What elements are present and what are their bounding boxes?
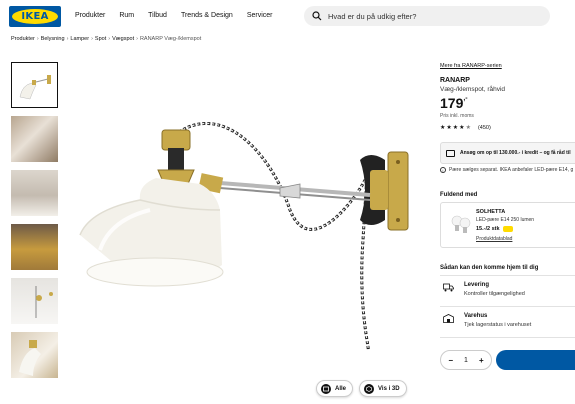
series-link[interactable]: Mere fra RANARP-serien bbox=[440, 63, 502, 69]
ikea-logo[interactable]: IKEA bbox=[9, 6, 61, 27]
breadcrumb: Produkter › Belysning › Lamper › Spot › Vægs… bbox=[11, 36, 202, 42]
price-badge bbox=[502, 226, 513, 232]
view-all-button[interactable]: Alle bbox=[316, 380, 354, 397]
thumbnail-5[interactable] bbox=[11, 278, 58, 324]
thumbnail-4[interactable] bbox=[11, 224, 58, 270]
nav-servicer[interactable]: Servicer bbox=[247, 12, 273, 19]
levering-title: Levering bbox=[464, 282, 490, 288]
price-note: Pris inkl. moms bbox=[440, 113, 474, 119]
thumbnail-strip bbox=[11, 62, 58, 386]
product-name: RANARP bbox=[440, 77, 470, 84]
view-all-label: Alle bbox=[335, 385, 347, 392]
product-main-image[interactable] bbox=[70, 60, 430, 360]
store-icon bbox=[443, 314, 454, 323]
view-3d-label: Vis i 3D bbox=[378, 385, 400, 392]
star-icon: ★ bbox=[446, 125, 452, 131]
card-icon bbox=[446, 150, 455, 157]
breadcrumb-item[interactable]: Lamper bbox=[70, 36, 89, 42]
thumbnail-3[interactable] bbox=[11, 170, 58, 216]
star-icon: ★ bbox=[459, 125, 465, 131]
search-input[interactable]: Hvad er du på udkig efter? bbox=[304, 6, 550, 26]
nav-trends-design[interactable]: Trends & Design bbox=[181, 12, 233, 19]
thumbnail-1[interactable] bbox=[11, 62, 58, 108]
view-3d-button[interactable]: Vis i 3D bbox=[359, 380, 407, 397]
add-to-cart-button[interactable] bbox=[496, 350, 575, 370]
truck-icon bbox=[443, 283, 454, 292]
rating-count: (450) bbox=[477, 125, 491, 131]
star-icon: ★ bbox=[440, 125, 446, 131]
gallery-view-buttons: Alle Vis i 3D bbox=[316, 380, 407, 397]
nav-produkter[interactable]: Produkter bbox=[75, 12, 105, 19]
varehus-title: Varehus bbox=[464, 313, 488, 319]
nav-tilbud[interactable]: Tilbud bbox=[148, 12, 167, 19]
breadcrumb-item[interactable]: Belysning bbox=[41, 36, 65, 42]
complete-item-name: SOLHETTA bbox=[476, 209, 506, 215]
varehus-subtitle: Tjek lagerstatus i varehuset bbox=[464, 322, 532, 328]
bulb-note: i Pære sælges separat. IKEA anbefaler LE… bbox=[440, 167, 573, 173]
product-description: Væg-/klemspot, råhvid bbox=[440, 86, 506, 93]
credit-text: Ansøg om op til 130.000.- i kredit – og … bbox=[460, 150, 571, 156]
complete-item-desc: LED-pære E14 250 lumen bbox=[476, 217, 535, 223]
breadcrumb-current: RANARP Væg-/klemspot bbox=[139, 36, 202, 42]
delivery-title: Sådan kan den komme hjem til dig bbox=[440, 265, 539, 271]
quantity-value[interactable]: 1 bbox=[464, 357, 468, 364]
top-header: IKEA Produkter Rum Tilbud Trends & Desig… bbox=[0, 0, 575, 32]
star-icon: ★ bbox=[452, 125, 459, 131]
nav-rum[interactable]: Rum bbox=[119, 12, 134, 19]
gallery-icon bbox=[321, 383, 331, 394]
datasheet-link[interactable]: Produktdatablad bbox=[476, 236, 512, 242]
half-star-icon: ★ bbox=[465, 125, 471, 131]
thumbnail-6[interactable] bbox=[11, 332, 58, 378]
breadcrumb-item[interactable]: Vægspot bbox=[112, 36, 134, 42]
complete-with-card[interactable]: SOLHETTA LED-pære E14 250 lumen 15.-/2 s… bbox=[440, 202, 575, 248]
bulb-note-text: Pære sælges separat. IKEA anbefaler LED-… bbox=[449, 167, 574, 173]
lamp-thumb-image bbox=[19, 75, 51, 100]
quantity-stepper: − 1 + bbox=[440, 350, 492, 370]
info-icon: i bbox=[440, 167, 446, 173]
credit-banner[interactable]: Ansøg om op til 130.000.- i kredit – og … bbox=[440, 142, 575, 164]
product-price: 179,- bbox=[440, 95, 468, 111]
levering-subtitle: Kontroller tilgængelighed bbox=[464, 291, 525, 297]
complete-with-title: Fuldend med bbox=[440, 192, 478, 198]
search-placeholder: Hvad er du på udkig efter? bbox=[328, 12, 417, 21]
cube-3d-icon bbox=[364, 383, 375, 394]
thumbnail-2[interactable] bbox=[11, 116, 58, 162]
main-nav: Produkter Rum Tilbud Trends & Design Ser… bbox=[75, 12, 287, 19]
product-rating[interactable]: ★ ★ ★ ★ ★ (450) bbox=[440, 125, 491, 131]
increase-quantity-button[interactable]: + bbox=[475, 356, 487, 365]
breadcrumb-item[interactable]: Produkter bbox=[11, 36, 35, 42]
breadcrumb-item[interactable]: Spot bbox=[95, 36, 106, 42]
complete-item-price: 15.-/2 stk bbox=[476, 226, 513, 232]
search-icon bbox=[312, 11, 322, 21]
bulb-product-image bbox=[451, 215, 471, 233]
logo-text: IKEA bbox=[21, 11, 49, 22]
decrease-quantity-button[interactable]: − bbox=[445, 356, 457, 365]
